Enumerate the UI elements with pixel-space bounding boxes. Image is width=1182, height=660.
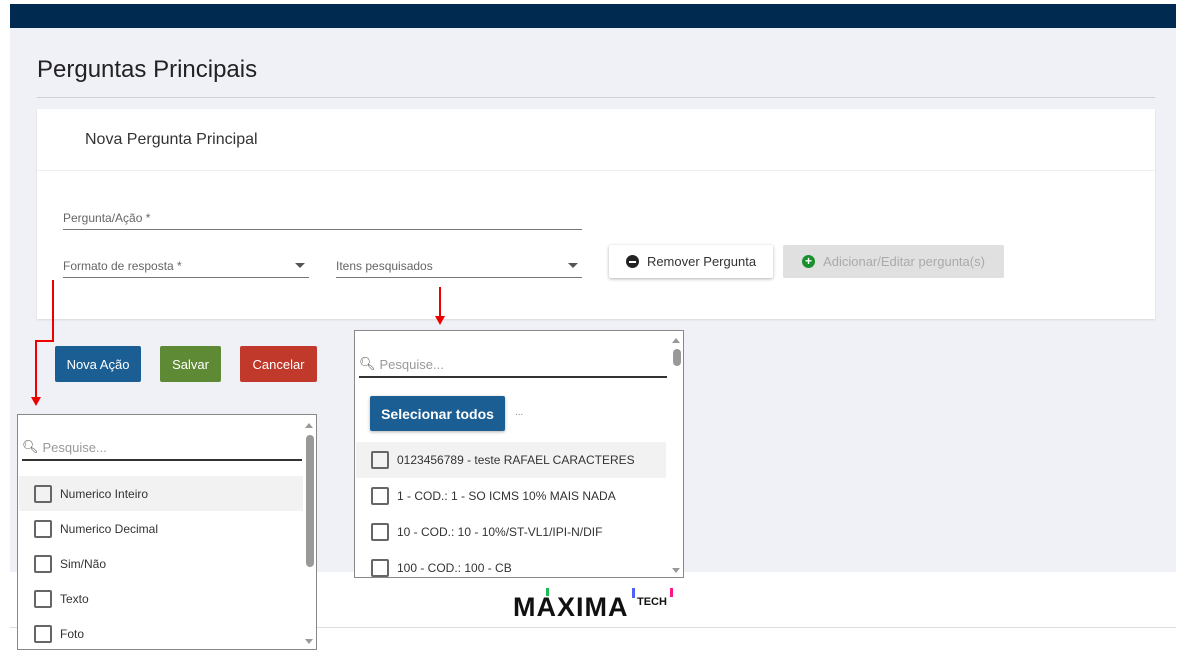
caret-down-icon: [295, 263, 305, 268]
pergunta-label: Pergunta/Ação *: [63, 211, 151, 225]
divider: [37, 97, 1155, 98]
checkbox[interactable]: [371, 487, 389, 505]
checkbox[interactable]: [34, 554, 52, 573]
add-edit-question-button[interactable]: + Adicionar/Editar pergunta(s): [783, 245, 1004, 278]
checkbox[interactable]: [34, 519, 52, 538]
salvar-button[interactable]: Salvar: [160, 346, 221, 382]
search-placeholder: Pesquise...: [379, 356, 444, 372]
list-item[interactable]: 1 - COD.: 1 - SO ICMS 10% MAIS NADA: [356, 478, 666, 514]
annotation-line: [35, 340, 37, 398]
page-title: Perguntas Principais: [37, 56, 258, 83]
search-icon: 🔍︎: [22, 439, 39, 454]
annotation-arrow-icon: [435, 316, 445, 325]
itens-search-input[interactable]: 🔍︎ Pesquise...: [359, 356, 667, 378]
divider: [37, 170, 1155, 171]
scroll-up-icon[interactable]: [305, 423, 313, 428]
option-label: 0123456789 - teste RAFAEL CARACTERES: [397, 453, 635, 467]
scroll-down-icon[interactable]: [305, 639, 313, 644]
scrollbar[interactable]: [673, 349, 681, 366]
pergunta-input[interactable]: Pergunta/Ação *: [63, 211, 582, 230]
option-label: Texto: [60, 591, 89, 606]
remove-label: Remover Pergunta: [646, 254, 757, 269]
option-label: 100 - COD.: 100 - CB: [397, 561, 512, 575]
more-indicator: ...: [515, 407, 524, 418]
add-edit-label: Adicionar/Editar pergunta(s): [823, 254, 985, 269]
formato-label: Formato de resposta *: [63, 259, 182, 273]
annotation-arrow-icon: [31, 397, 41, 406]
option-label: Foto: [60, 626, 85, 641]
checkbox[interactable]: [371, 523, 389, 541]
caret-down-icon: [568, 263, 578, 268]
list-item[interactable]: 100 - COD.: 100 - CB: [356, 550, 666, 577]
itens-select[interactable]: Itens pesquisados: [336, 259, 582, 278]
formato-select[interactable]: Formato de resposta *: [63, 259, 309, 278]
option-label: Numerico Inteiro: [60, 486, 149, 501]
list-item[interactable]: Foto: [19, 616, 303, 651]
itens-dropdown: 🔍︎ Pesquise... Selecionar todos ... 0123…: [354, 330, 684, 578]
option-label: 1 - COD.: 1 - SO ICMS 10% MAIS NADA: [397, 489, 616, 503]
search-icon: 🔍︎: [359, 356, 376, 371]
checkbox[interactable]: [34, 624, 52, 643]
plus-circle-icon: +: [802, 255, 816, 268]
list-item[interactable]: Numerico Inteiro: [19, 476, 303, 511]
select-all-button[interactable]: Selecionar todos: [370, 396, 505, 431]
checkbox[interactable]: [34, 589, 52, 608]
checkbox[interactable]: [371, 451, 389, 469]
annotation-line: [35, 340, 54, 342]
option-label: Sim/Não: [60, 556, 107, 571]
itens-label: Itens pesquisados: [336, 259, 433, 273]
scrollbar[interactable]: [306, 435, 314, 567]
card-title: Nova Pergunta Principal: [85, 131, 258, 148]
cancelar-button[interactable]: Cancelar: [240, 346, 317, 382]
list-item[interactable]: Sim/Não: [19, 546, 303, 581]
formato-search-input[interactable]: 🔍︎ Pesquise...: [22, 439, 302, 461]
list-item[interactable]: 10 - COD.: 10 - 10%/ST-VL1/IPI-N/DIF: [356, 514, 666, 550]
option-label: Numerico Decimal: [60, 521, 159, 536]
list-item[interactable]: Numerico Decimal: [19, 511, 303, 546]
remove-question-button[interactable]: Remover Pergunta: [609, 245, 773, 278]
formato-dropdown: 🔍︎ Pesquise... Numerico Inteiro Numerico…: [17, 414, 317, 650]
option-label: 10 - COD.: 10 - 10%/ST-VL1/IPI-N/DIF: [397, 525, 603, 539]
search-placeholder: Pesquise...: [42, 439, 107, 455]
list-item[interactable]: Texto: [19, 581, 303, 616]
list-item[interactable]: 0123456789 - teste RAFAEL CARACTERES: [356, 442, 666, 478]
maxima-tech-logo: MAXIMA TECH: [513, 588, 678, 622]
top-bar: [10, 4, 1176, 28]
nova-acao-button[interactable]: Nova Ação: [55, 346, 141, 382]
scroll-down-icon[interactable]: [672, 568, 680, 573]
annotation-line: [52, 280, 54, 342]
annotation-line: [439, 287, 441, 317]
scroll-up-icon[interactable]: [672, 338, 680, 343]
minus-circle-icon: [625, 255, 639, 268]
checkbox[interactable]: [371, 559, 389, 577]
checkbox[interactable]: [34, 484, 52, 503]
